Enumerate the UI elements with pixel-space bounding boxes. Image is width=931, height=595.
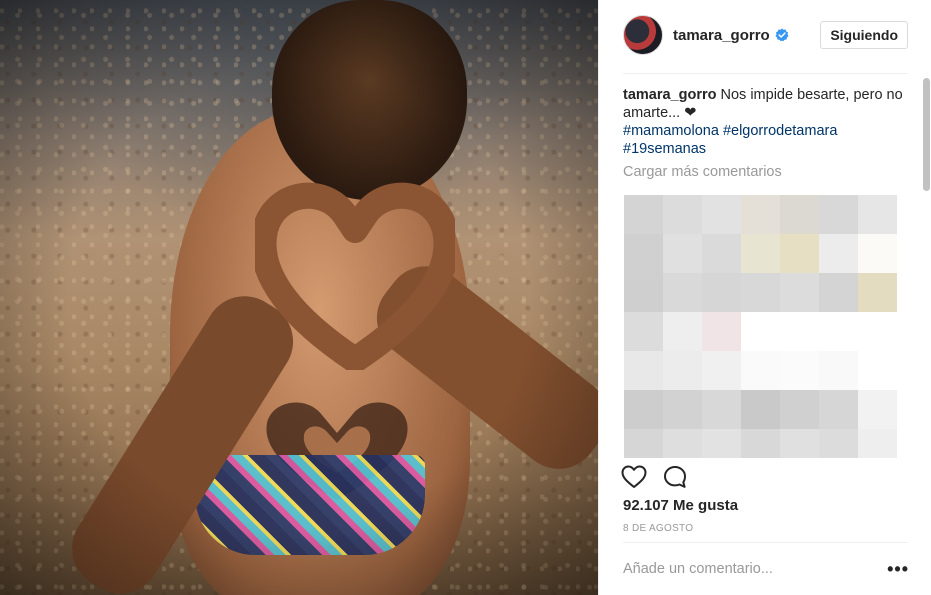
pixel-cell <box>741 390 780 429</box>
pixel-cell <box>663 273 702 312</box>
pixel-cell <box>702 273 741 312</box>
pixel-cell <box>780 195 819 234</box>
comments-section: tamara_gorro Nos impide besarte, pero no… <box>623 86 908 458</box>
pixel-cell <box>780 234 819 273</box>
add-comment-input[interactable] <box>623 556 873 582</box>
pixel-cell <box>741 195 780 234</box>
comment-bubble-icon[interactable] <box>663 465 687 489</box>
pixel-cell <box>741 351 780 390</box>
divider <box>623 542 908 543</box>
avatar[interactable] <box>623 15 663 55</box>
pixel-cell <box>819 273 858 312</box>
pixel-cell <box>819 195 858 234</box>
pixel-cell <box>624 429 663 458</box>
author-username[interactable]: tamara_gorro <box>673 27 770 44</box>
comments-scrollbar[interactable] <box>922 78 931 458</box>
pixel-cell <box>858 390 897 429</box>
hashtag-link[interactable]: #elgorrodetamara <box>723 123 837 139</box>
post-photo[interactable] <box>0 0 598 595</box>
pixel-cell <box>819 234 858 273</box>
post-actions <box>621 464 687 490</box>
pixel-cell <box>780 273 819 312</box>
pixel-cell <box>663 390 702 429</box>
verified-badge-icon <box>775 28 789 42</box>
pixel-cell <box>858 429 897 458</box>
pixel-cell <box>819 390 858 429</box>
hashtag-link[interactable]: #mamamolona <box>623 123 719 139</box>
pixel-cell <box>624 195 663 234</box>
pixel-cell <box>819 429 858 458</box>
more-options-button[interactable]: ••• <box>887 560 909 578</box>
divider <box>623 73 908 74</box>
post-side-panel: tamara_gorro Siguiendo tamara_gorro Nos … <box>598 0 931 595</box>
pixel-cell <box>858 195 897 234</box>
scrollbar-thumb[interactable] <box>923 78 930 191</box>
pixel-cell <box>741 234 780 273</box>
pixel-cell <box>741 429 780 458</box>
pixel-cell <box>663 195 702 234</box>
pixel-cell <box>819 351 858 390</box>
pixel-cell <box>702 351 741 390</box>
likes-count[interactable]: 92.107 Me gusta <box>623 497 738 514</box>
pixel-cell <box>663 312 702 351</box>
pixel-cell <box>702 234 741 273</box>
post-caption: tamara_gorro Nos impide besarte, pero no… <box>623 86 908 158</box>
pixel-cell <box>702 195 741 234</box>
pixel-cell <box>780 351 819 390</box>
pixel-cell <box>780 429 819 458</box>
pixel-cell <box>624 273 663 312</box>
pixel-cell <box>858 234 897 273</box>
pixel-cell <box>702 390 741 429</box>
pixel-cell <box>702 429 741 458</box>
pixel-cell <box>663 234 702 273</box>
pixel-cell <box>780 390 819 429</box>
pixel-cell <box>624 390 663 429</box>
pixel-cell <box>624 234 663 273</box>
pixel-cell <box>663 351 702 390</box>
pixel-cell <box>663 429 702 458</box>
load-more-comments-link[interactable]: Cargar más comentarios <box>623 164 908 180</box>
heart-outline-icon[interactable] <box>621 465 647 489</box>
pixel-cell <box>741 273 780 312</box>
photo-vignette <box>0 0 598 595</box>
pixel-cell <box>858 273 897 312</box>
caption-username[interactable]: tamara_gorro <box>623 87 716 103</box>
pixel-cell <box>702 312 741 351</box>
post-header: tamara_gorro Siguiendo <box>623 14 908 56</box>
post-date[interactable]: 8 DE AGOSTO <box>623 523 693 534</box>
pixel-cell <box>624 351 663 390</box>
pixel-cell <box>624 312 663 351</box>
hashtag-link[interactable]: #19semanas <box>623 141 706 157</box>
pixelated-comments-placeholder <box>624 195 899 458</box>
following-button[interactable]: Siguiendo <box>820 21 908 49</box>
